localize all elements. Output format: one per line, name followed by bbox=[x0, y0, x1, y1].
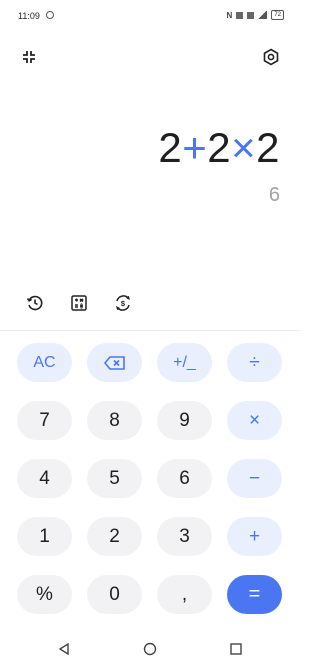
expression-operand: 2 bbox=[207, 124, 232, 171]
status-bar: 11:09 N 72 bbox=[0, 0, 300, 34]
multiply-button[interactable]: × bbox=[227, 401, 282, 440]
digit-9-button[interactable]: 9 bbox=[157, 401, 212, 440]
status-time: 11:09 bbox=[18, 11, 40, 21]
equals-button[interactable]: = bbox=[227, 575, 282, 614]
backspace-button[interactable] bbox=[87, 343, 142, 382]
digit-4-button[interactable]: 4 bbox=[17, 459, 72, 498]
expression-operand: 2 bbox=[158, 124, 183, 171]
expression-operator: × bbox=[231, 124, 257, 171]
percent-button[interactable]: % bbox=[17, 575, 72, 614]
settings-icon[interactable] bbox=[260, 46, 282, 68]
digit-3-button[interactable]: 3 bbox=[157, 517, 212, 556]
home-icon[interactable] bbox=[139, 638, 161, 660]
alarm-icon bbox=[46, 11, 54, 19]
digit-2-button[interactable]: 2 bbox=[87, 517, 142, 556]
clear-button[interactable]: AC bbox=[17, 343, 72, 382]
digit-1-button[interactable]: 1 bbox=[17, 517, 72, 556]
nfc-icon: N bbox=[226, 10, 233, 20]
decimal-separator-button[interactable]: , bbox=[157, 575, 212, 614]
digit-0-button[interactable]: 0 bbox=[87, 575, 142, 614]
digit-6-button[interactable]: 6 bbox=[157, 459, 212, 498]
currency-converter-icon[interactable]: $ bbox=[112, 292, 134, 314]
divide-button[interactable]: ÷ bbox=[227, 343, 282, 382]
add-button[interactable]: + bbox=[227, 517, 282, 556]
digit-5-button[interactable]: 5 bbox=[87, 459, 142, 498]
signal-icon bbox=[258, 11, 268, 19]
expression-operand: 2 bbox=[256, 124, 280, 171]
backspace-icon bbox=[103, 355, 125, 370]
status-icons: N 72 bbox=[227, 10, 284, 20]
svg-text:$: $ bbox=[121, 299, 126, 308]
wifi-icon bbox=[247, 11, 255, 19]
digit-7-button[interactable]: 7 bbox=[17, 401, 72, 440]
divider bbox=[0, 330, 300, 331]
digit-8-button[interactable]: 8 bbox=[87, 401, 142, 440]
subtract-button[interactable]: − bbox=[227, 459, 282, 498]
history-icon[interactable] bbox=[24, 292, 46, 314]
navigation-bar bbox=[0, 630, 300, 666]
back-icon[interactable] bbox=[53, 638, 75, 660]
recents-icon[interactable] bbox=[225, 638, 247, 660]
collapse-icon[interactable] bbox=[18, 46, 40, 68]
sign-toggle-button[interactable]: +/_ bbox=[157, 343, 212, 382]
result-preview: 6 bbox=[268, 184, 280, 206]
expression-operator: + bbox=[182, 124, 208, 171]
battery-icon: 72 bbox=[271, 10, 284, 20]
expression-display: 2+2×2 bbox=[158, 122, 280, 174]
vibrate-icon bbox=[236, 11, 244, 19]
scientific-icon[interactable] bbox=[68, 292, 90, 314]
